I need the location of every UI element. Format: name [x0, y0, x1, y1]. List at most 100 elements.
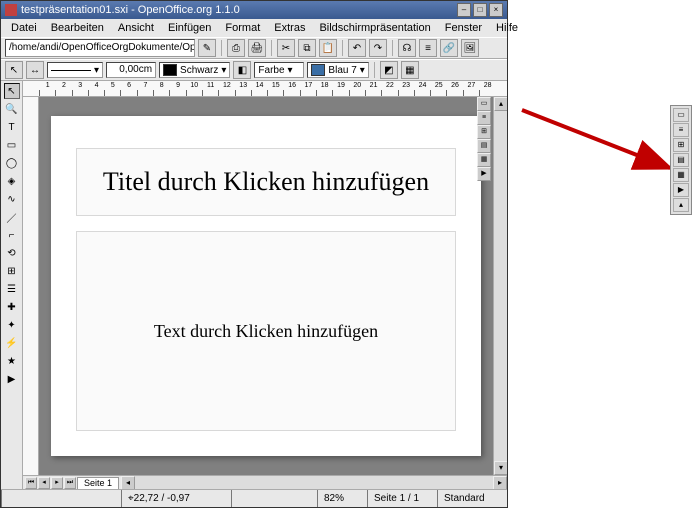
animation-tool-icon[interactable]: ★ — [4, 353, 20, 369]
paste-icon[interactable]: 📋 — [319, 39, 337, 57]
zoom-tool-icon[interactable]: 🔍 — [4, 101, 20, 117]
object3d-tool-icon[interactable]: ◈ — [4, 173, 20, 189]
menu-window[interactable]: Fenster — [439, 21, 488, 35]
vertical-ruler — [23, 97, 39, 475]
close-button[interactable]: × — [489, 3, 503, 17]
window-buttons: – □ × — [457, 3, 503, 17]
menu-insert[interactable]: Einfügen — [162, 21, 217, 35]
menu-slideshow[interactable]: Bildschirmpräsentation — [313, 21, 436, 35]
line-tool-icon[interactable]: ／ — [4, 209, 20, 225]
float-handout-view-icon[interactable]: ▦ — [673, 168, 689, 182]
status-spacer — [231, 490, 317, 507]
gallery-icon[interactable]: 🖼 — [461, 39, 479, 57]
ellipse-tool-icon[interactable]: ◯ — [4, 155, 20, 171]
slideshow-icon[interactable]: ▦ — [401, 61, 419, 79]
scroll-up-icon[interactable]: ▴ — [494, 97, 507, 111]
tab-next-icon[interactable]: ▸ — [51, 477, 63, 489]
float-drawing-view-icon[interactable]: ▭ — [673, 108, 689, 122]
redo-icon[interactable]: ↷ — [369, 39, 387, 57]
minimize-button[interactable]: – — [457, 3, 471, 17]
horizontal-ruler: 1234567891011121314151617181920212223242… — [23, 81, 507, 97]
tab-first-icon[interactable]: ⏮ — [25, 477, 37, 489]
content-placeholder[interactable]: Text durch Klicken hinzufügen — [76, 231, 456, 431]
line-color-swatch — [163, 64, 177, 76]
canvas[interactable]: Titel durch Klicken hinzufügen Text durc… — [39, 97, 493, 475]
view-presentation-icon[interactable]: ▶ — [477, 167, 491, 181]
presentation-tool-icon[interactable]: ▶ — [4, 371, 20, 387]
curve-tool-icon[interactable]: ∿ — [4, 191, 20, 207]
navigator-icon[interactable]: ☊ — [398, 39, 416, 57]
status-zoom[interactable]: 82% — [317, 490, 367, 507]
fill-mode-dropdown[interactable]: Farbe▾ — [254, 62, 304, 78]
view-drawing-icon[interactable]: ▭ — [477, 97, 491, 111]
undo-icon[interactable]: ↶ — [348, 39, 366, 57]
hyperlink-icon[interactable]: 🔗 — [440, 39, 458, 57]
rotate-tool-icon[interactable]: ⟲ — [4, 245, 20, 261]
view-slides-icon[interactable]: ⊞ — [477, 125, 491, 139]
url-bar[interactable]: /home/andi/OpenOfficeOrgDokumente/Op — [5, 39, 195, 57]
menubar: Datei Bearbeiten Ansicht Einfügen Format… — [1, 19, 507, 37]
title-placeholder[interactable]: Titel durch Klicken hinzufügen — [76, 148, 456, 216]
arrow-tool-icon[interactable]: ↖ — [5, 61, 23, 79]
statusbar: ⌖ 22,72 / -0,97 82% Seite 1 / 1 Standard — [1, 489, 507, 507]
fill-color-label: Blau 7 — [328, 65, 356, 76]
print-icon[interactable]: 🖨 — [248, 39, 266, 57]
horizontal-scrollbar[interactable]: ◂ ▸ — [121, 476, 507, 489]
edit-file-icon[interactable]: ✎ — [198, 39, 216, 57]
slide-tab-1[interactable]: Seite 1 — [77, 477, 119, 489]
connector-tool-icon[interactable]: ⌐ — [4, 227, 20, 243]
status-page: Seite 1 / 1 — [367, 490, 437, 507]
menu-format[interactable]: Format — [219, 21, 266, 35]
scroll-left-icon[interactable]: ◂ — [121, 476, 135, 489]
menu-edit[interactable]: Bearbeiten — [45, 21, 110, 35]
fill-color-dropdown[interactable]: Blau 7▾ — [307, 62, 368, 78]
vertical-scrollbar[interactable]: ▴ ▾ — [493, 97, 507, 475]
line-width-field[interactable]: 0,00cm — [106, 62, 156, 78]
copy-icon[interactable]: ⧉ — [298, 39, 316, 57]
shadow-icon[interactable]: ◩ — [380, 61, 398, 79]
effects-tool-icon[interactable]: ✦ — [4, 317, 20, 333]
insert-tool-icon[interactable]: ✚ — [4, 299, 20, 315]
float-notes-view-icon[interactable]: ▤ — [673, 153, 689, 167]
view-notes-icon[interactable]: ▤ — [477, 139, 491, 153]
floating-view-toolbar[interactable]: ▭ ≡ ⊞ ▤ ▦ ▶ ▴ — [670, 105, 692, 215]
view-buttons: ▭ ≡ ⊞ ▤ ▦ ▶ — [477, 97, 491, 181]
float-start-show-icon[interactable]: ▶ — [673, 183, 689, 197]
fill-style-icon[interactable]: ◧ — [233, 61, 251, 79]
work-area: 1234567891011121314151617181920212223242… — [23, 81, 507, 489]
scroll-right-icon[interactable]: ▸ — [493, 476, 507, 489]
menu-file[interactable]: Datei — [5, 21, 43, 35]
align-tool-icon[interactable]: ⊞ — [4, 263, 20, 279]
interaction-tool-icon[interactable]: ⚡ — [4, 335, 20, 351]
stylist-icon[interactable]: ≡ — [419, 39, 437, 57]
text-tool-icon[interactable]: T — [4, 119, 20, 135]
rectangle-tool-icon[interactable]: ▭ — [4, 137, 20, 153]
hscroll-track[interactable] — [135, 476, 493, 489]
line-arrow-icon[interactable]: ↔ — [26, 61, 44, 79]
status-coords: ⌖ 22,72 / -0,97 — [121, 490, 231, 507]
scroll-down-icon[interactable]: ▾ — [494, 461, 507, 475]
app-window: testpräsentation01.sxi - OpenOffice.org … — [0, 0, 508, 508]
annotation-arrow — [520, 108, 680, 178]
maximize-button[interactable]: □ — [473, 3, 487, 17]
float-slide-view-icon[interactable]: ⊞ — [673, 138, 689, 152]
tab-prev-icon[interactable]: ◂ — [38, 477, 50, 489]
float-outline-view-icon[interactable]: ≡ — [673, 123, 689, 137]
menu-tools[interactable]: Extras — [268, 21, 311, 35]
fill-color-swatch — [311, 64, 325, 76]
menu-help[interactable]: Hilfe — [490, 21, 524, 35]
view-outline-icon[interactable]: ≡ — [477, 111, 491, 125]
tab-last-icon[interactable]: ⏭ — [64, 477, 76, 489]
status-mode: Standard — [437, 490, 507, 507]
cut-icon[interactable]: ✂ — [277, 39, 295, 57]
float-collapse-icon[interactable]: ▴ — [673, 198, 689, 212]
arrange-tool-icon[interactable]: ☰ — [4, 281, 20, 297]
line-style-dropdown[interactable]: ▾ — [47, 62, 103, 78]
view-handout-icon[interactable]: ▦ — [477, 153, 491, 167]
menu-view[interactable]: Ansicht — [112, 21, 160, 35]
line-color-dropdown[interactable]: Schwarz▾ — [159, 62, 230, 78]
left-toolbar: ↖ 🔍 T ▭ ◯ ◈ ∿ ／ ⌐ ⟲ ⊞ ☰ ✚ ✦ ⚡ ★ ▶ — [1, 81, 23, 489]
select-tool-icon[interactable]: ↖ — [4, 83, 20, 99]
export-pdf-icon[interactable]: ⎙ — [227, 39, 245, 57]
vscroll-track[interactable] — [494, 111, 507, 461]
